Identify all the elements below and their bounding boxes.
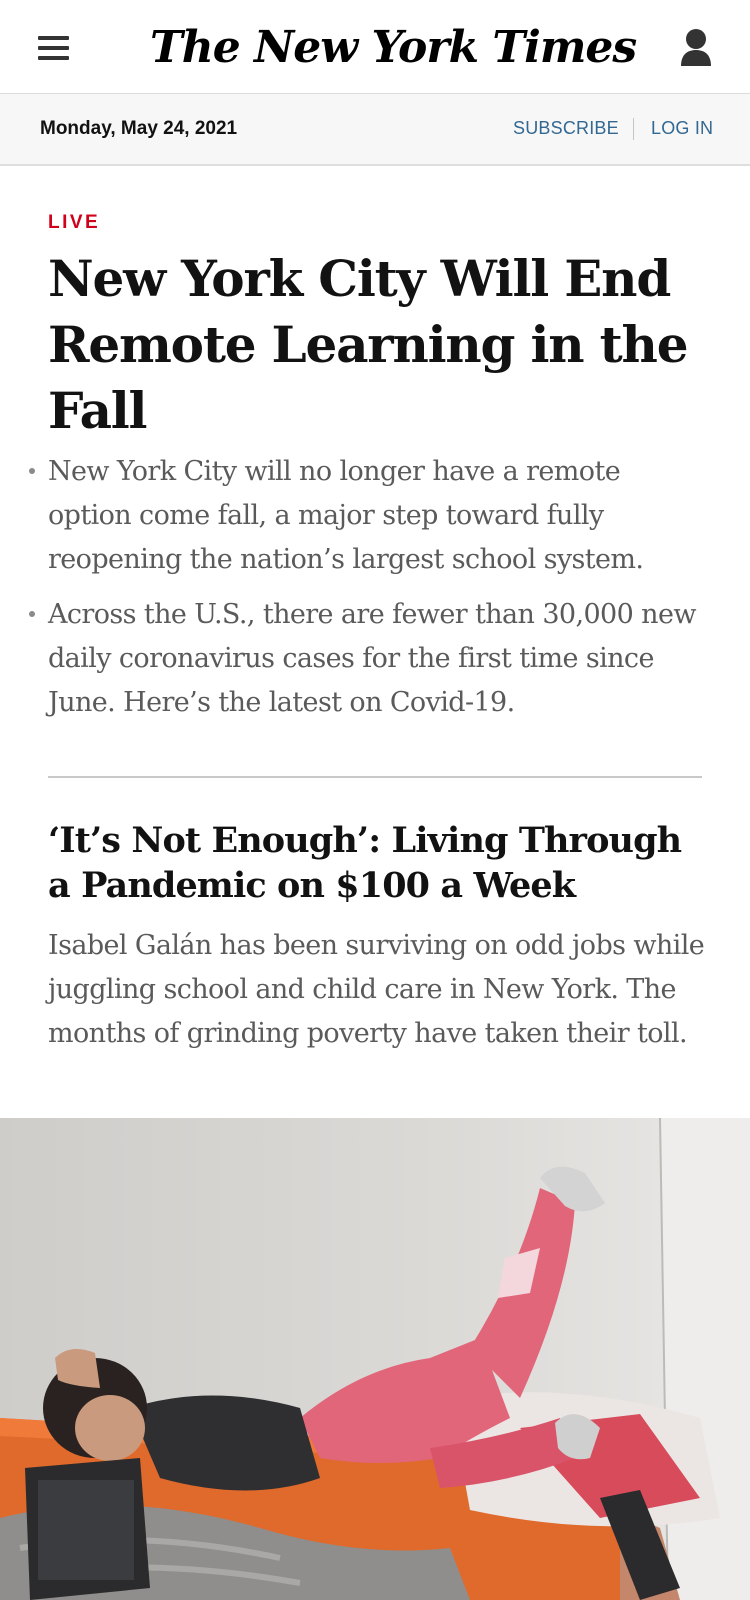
summary-text: Across the U.S., there are fewer than 30… <box>48 599 696 718</box>
login-link[interactable]: LOG IN <box>651 118 713 139</box>
menu-line <box>38 36 69 40</box>
story-photo[interactable] <box>0 1118 750 1600</box>
current-date: Monday, May 24, 2021 <box>40 118 238 139</box>
summary-item[interactable]: Across the U.S., there are fewer than 30… <box>29 593 708 725</box>
summary-item[interactable]: New York City will no longer have a remo… <box>29 450 708 582</box>
lead-headline[interactable]: New York City Will End Remote Learning i… <box>48 246 718 444</box>
story-headline[interactable]: ‘It’s Not Enough’: Living Through a Pand… <box>48 818 708 908</box>
story-summary[interactable]: Isabel Galán has been surviving on odd j… <box>48 924 708 1056</box>
section-divider <box>48 776 702 778</box>
divider <box>633 118 634 140</box>
subscribe-link[interactable]: SUBSCRIBE <box>513 118 619 139</box>
hamburger-menu-icon[interactable] <box>38 36 69 60</box>
summary-text: New York City will no longer have a remo… <box>48 456 644 575</box>
photo-illustration <box>0 1118 750 1600</box>
user-account-icon[interactable] <box>678 28 714 68</box>
menu-line <box>38 56 69 60</box>
menu-line <box>38 46 69 50</box>
nyt-logo[interactable]: The New York Times <box>150 16 637 80</box>
bullet-icon <box>29 611 35 617</box>
date-bar: Monday, May 24, 2021 SUBSCRIBE LOG IN <box>0 94 750 166</box>
bullet-icon <box>29 468 35 474</box>
live-label: LIVE <box>48 212 101 233</box>
lead-summary-list: New York City will no longer have a remo… <box>29 450 708 736</box>
top-bar: The New York Times <box>0 0 750 94</box>
